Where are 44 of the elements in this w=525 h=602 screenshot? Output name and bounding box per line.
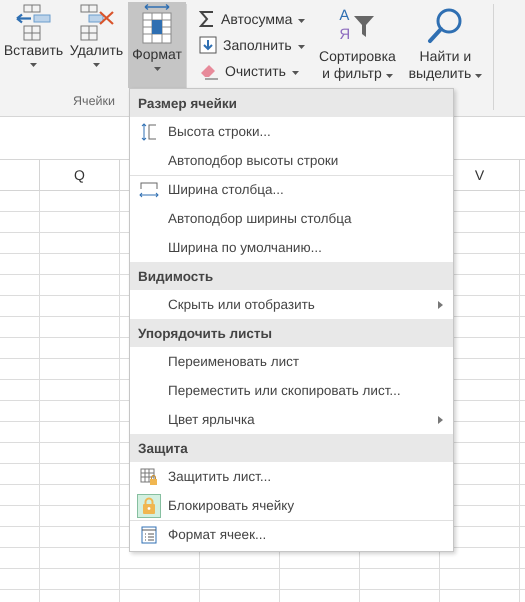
menu-item[interactable]: Защитить лист... [130, 462, 453, 491]
menu-section-title: Размер ячейки [130, 89, 453, 117]
protect-sheet-icon [140, 468, 158, 486]
menu-item[interactable]: Автоподбор ширины столбца [130, 204, 453, 233]
menu-section-title: Упорядочить листы [130, 319, 453, 347]
menu-section-title: Защита [130, 434, 453, 462]
submenu-arrow-icon [438, 300, 443, 308]
caret-icon [292, 71, 299, 75]
format-list-icon [141, 526, 157, 544]
ribbon-button[interactable]: Очистить [197, 60, 308, 82]
menu-item[interactable]: Автоподбор высоты строки [130, 146, 453, 175]
caret-icon [154, 67, 160, 71]
menu-item[interactable]: Блокировать ячейку [130, 491, 453, 520]
column-width-icon [139, 180, 159, 198]
ribbon-button[interactable]: Удалить [65, 2, 128, 88]
ribbon-button[interactable]: Автосумма [197, 8, 308, 30]
group-label: Ячейки [73, 94, 115, 108]
caret-icon [298, 19, 306, 23]
menu-item[interactable]: Цвет ярлычка [130, 405, 453, 434]
caret-icon [475, 74, 482, 78]
sigma-icon [199, 10, 215, 28]
menu-item[interactable]: Скрыть или отобразить [130, 290, 453, 319]
fill-down-icon [199, 36, 217, 54]
submenu-arrow-icon [438, 416, 443, 424]
caret-icon [30, 63, 37, 67]
menu-item[interactable]: Высота строки... [130, 117, 453, 146]
menu-item[interactable]: Ширина по умолчанию... [130, 233, 453, 262]
insert-cells-icon [14, 4, 54, 42]
menu-item[interactable]: Формат ячеек... [130, 520, 453, 549]
eraser-icon [199, 62, 219, 80]
menu-item[interactable]: Ширина столбца... [130, 175, 453, 204]
row-height-icon [140, 122, 158, 140]
caret-icon [386, 74, 393, 78]
column-header: V [474, 167, 484, 183]
caret-icon [298, 45, 305, 49]
menu-section-title: Видимость [130, 262, 453, 290]
padlock-icon [142, 496, 156, 514]
caret-icon [93, 63, 100, 67]
menu-item[interactable]: Переименовать лист [130, 347, 453, 376]
column-header: Q [74, 167, 85, 183]
ribbon-button[interactable]: Вставить [2, 2, 65, 88]
menu-item[interactable]: Переместить или скопировать лист... [130, 376, 453, 405]
ribbon-button[interactable]: Заполнить [197, 34, 308, 56]
ribbon-button[interactable]: Формат [128, 2, 186, 88]
